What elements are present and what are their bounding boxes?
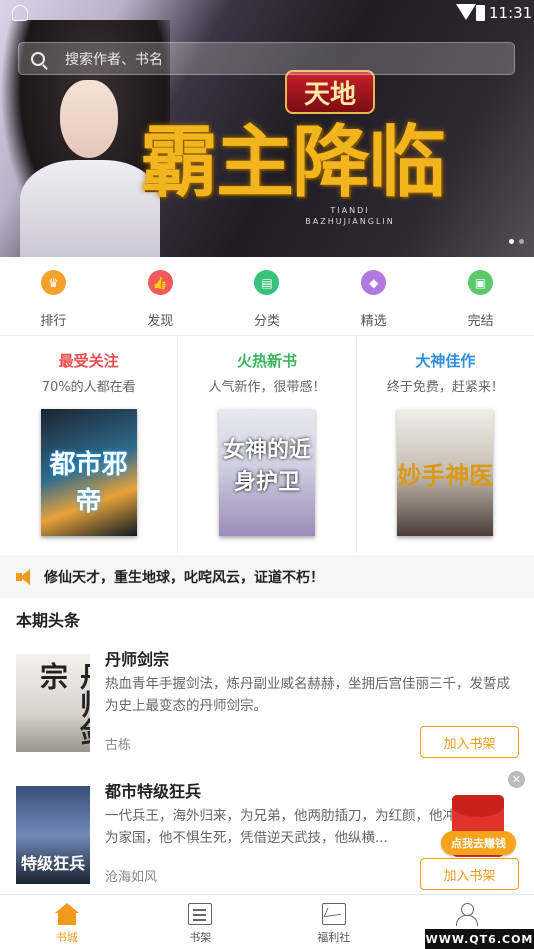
speaker-icon <box>16 568 34 585</box>
banner-character-face <box>60 80 118 158</box>
featured-master-works[interactable]: 大神佳作 终于免费，赶紧来！ 妙手神医 <box>357 337 534 553</box>
headset-icon <box>12 5 28 21</box>
featured-subtitle: 70%的人都在看 <box>41 380 136 395</box>
tab-welfare[interactable]: 福利社 <box>267 895 401 949</box>
earn-money-button[interactable]: 点我去赚钱 <box>441 831 516 855</box>
bookshelf-icon <box>188 903 213 925</box>
book-cover[interactable]: 都市邪帝 <box>40 409 137 536</box>
home-icon <box>54 903 79 925</box>
search-input[interactable]: 搜索作者、书名 <box>18 42 515 75</box>
featured-title: 最受关注 <box>58 352 119 370</box>
list-item[interactable]: 丹师剑宗 丹师剑宗 热血青年手握剑法，炼丹副业威名赫赫，坐拥后宫佳丽三千，发誓成… <box>0 646 534 766</box>
featured-title: 大神佳作 <box>415 352 476 370</box>
status-time: 11:31 <box>489 4 533 22</box>
book-title[interactable]: 都市特级狂兵 <box>105 778 201 802</box>
thumbs-up-icon: 👍 <box>147 270 173 295</box>
book-title[interactable]: 丹师剑宗 <box>105 646 169 670</box>
banner-pinyin-line1: TIANDI <box>330 206 370 215</box>
watermark: WWW.QT6.COM <box>425 929 534 949</box>
add-to-shelf-button[interactable]: 加入书架 <box>420 726 519 758</box>
book-cover[interactable]: 特级狂兵 <box>16 786 90 884</box>
tab-bookshelf[interactable]: 书架 <box>134 895 268 949</box>
announcement-text: 修仙天才，重生地球，叱咤风云，证道不朽！ <box>44 569 324 586</box>
featured-title: 火热新书 <box>236 352 297 370</box>
announcement-bar[interactable]: 修仙天才，重生地球，叱咤风云，证道不朽！ <box>0 555 534 598</box>
diamond-icon: ◆ <box>361 270 387 295</box>
featured-hot-new[interactable]: 火热新书 人气新作，很带感！ 女神的近身护卫 <box>178 337 357 553</box>
book-author: 沧海如风 <box>105 870 158 885</box>
book-cover[interactable]: 丹师剑宗 <box>16 654 90 752</box>
featured-columns: 最受关注 70%的人都在看 都市邪帝 火热新书 人气新作，很带感！ 女神的近身护… <box>0 337 534 553</box>
nav-item-label: 分类 <box>253 314 280 329</box>
nav-item-category[interactable]: ▤ 分类 <box>214 257 321 335</box>
book-category-icon: ▤ <box>254 270 280 295</box>
nav-item-discover[interactable]: 👍 发现 <box>107 257 214 335</box>
status-bar: 11:31 <box>0 0 534 27</box>
user-icon <box>455 903 479 926</box>
trophy-icon: ♛ <box>40 270 66 295</box>
search-icon <box>31 51 45 66</box>
nav-item-label: 发现 <box>147 314 174 329</box>
featured-subtitle: 人气新作，很带感！ <box>208 380 326 395</box>
nav-item-ranking[interactable]: ♛ 排行 <box>0 257 107 335</box>
book-cover[interactable]: 妙手神医 <box>397 409 494 536</box>
app-screen: 天地 霸主降临 TIANDI BAZHUJIANGLIN 11:31 搜索作者、… <box>0 0 534 949</box>
add-to-shelf-button[interactable]: 加入书架 <box>420 858 519 890</box>
book-cover[interactable]: 女神的近身护卫 <box>218 409 315 536</box>
close-icon[interactable]: ✕ <box>508 771 525 788</box>
promo-banner[interactable]: 天地 霸主降临 TIANDI BAZHUJIANGLIN <box>0 0 534 257</box>
tab-label: 书城 <box>55 931 78 944</box>
category-nav: ♛ 排行 👍 发现 ▤ 分类 ◆ 精选 ▣ 完结 <box>0 257 534 336</box>
book-author: 古栋 <box>105 738 132 753</box>
banner-dot-active[interactable] <box>509 239 514 244</box>
book-description: 热血青年手握剑法，炼丹副业威名赫赫，坐拥后宫佳丽三千，发誓成为史上最变态的丹师剑… <box>105 676 510 714</box>
cover-title: 妙手神医 <box>397 461 494 490</box>
tab-label: 书架 <box>189 931 212 944</box>
nav-item-selected[interactable]: ◆ 精选 <box>320 257 427 335</box>
featured-subtitle: 终于免费，赶紧来！ <box>386 380 504 395</box>
banner-pinyin: TIANDI BAZHUJIANGLIN <box>260 205 440 227</box>
welfare-icon <box>321 903 346 925</box>
battery-icon <box>476 5 485 21</box>
nav-item-label: 精选 <box>360 314 387 329</box>
banner-title: 霸主降临 <box>140 117 446 208</box>
nav-item-label: 完结 <box>467 314 494 329</box>
featured-most-followed[interactable]: 最受关注 70%的人都在看 都市邪帝 <box>0 337 179 553</box>
banner-dot[interactable] <box>519 239 524 244</box>
search-placeholder: 搜索作者、书名 <box>65 51 163 68</box>
nav-item-label: 排行 <box>40 314 67 329</box>
section-title: 本期头条 <box>16 611 81 630</box>
cover-title: 女神的近身护卫 <box>222 437 311 495</box>
cover-title: 特级狂兵 <box>20 854 85 873</box>
cover-title: 丹师剑宗 <box>36 662 90 746</box>
banner-pinyin-line2: BAZHUJIANGLIN <box>305 217 395 226</box>
tab-label: 福利社 <box>317 931 351 944</box>
cover-title: 都市邪帝 <box>49 450 128 517</box>
banner-character-body <box>20 160 160 257</box>
nav-item-finished[interactable]: ▣ 完结 <box>427 257 534 335</box>
wifi-icon <box>456 4 476 20</box>
tab-bookstore[interactable]: 书城 <box>0 895 134 949</box>
banner-pagination <box>509 239 524 244</box>
book-finished-icon: ▣ <box>468 270 494 295</box>
